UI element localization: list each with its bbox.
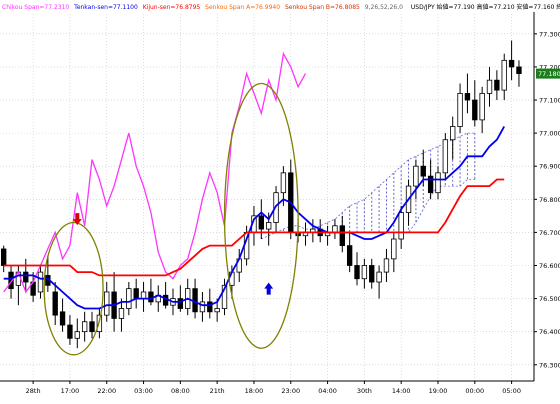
candle-body-up <box>280 172 287 194</box>
candle-body-down <box>177 298 184 309</box>
x-tick-label: 23:00 <box>281 387 300 395</box>
candle-body-up <box>398 212 404 240</box>
candle-body-up <box>332 225 338 233</box>
candle-body-up <box>126 288 132 309</box>
candle-body-down <box>258 215 265 230</box>
header-kijun: Kijun-sen=76.8795 <box>143 4 201 11</box>
y-tick-label: 77.000 <box>539 130 560 138</box>
ichimoku-chart: Chikou Span=77.2310 Tenkan-sen=77.1100 K… <box>0 0 560 400</box>
candle-body-down <box>52 291 58 316</box>
candle-body-up <box>214 308 220 313</box>
x-tick-label: 28th <box>26 387 41 395</box>
candle-body-up <box>265 222 272 230</box>
candle-body-up <box>435 172 441 194</box>
header-quote: USD/JPY 始値=77.190 高値=77.210 安値=77.160 終値… <box>411 3 560 11</box>
current-price-tag-label: 77.180 <box>538 70 560 78</box>
candle-body-up <box>479 93 485 121</box>
y-tick-label: 76.500 <box>539 295 560 303</box>
header-params: 9,26,52,26,0 <box>365 4 403 11</box>
candle-body-up <box>104 291 110 316</box>
header-senkou-b: Senkou Span B=76.8085 <box>285 4 360 11</box>
candle-body-up <box>376 271 382 283</box>
candle-body-up <box>413 165 419 187</box>
current-price-tag: 77.180 <box>536 68 560 79</box>
candle-body-up <box>486 79 493 94</box>
candle-body-up <box>74 331 80 339</box>
candle-body-down <box>464 93 471 101</box>
x-tick-label: 18:00 <box>245 387 264 395</box>
x-tick-label: 30th <box>357 387 372 395</box>
candle-body-up <box>450 126 456 141</box>
y-tick-label: 76.900 <box>539 163 560 171</box>
header-tenkan: Tenkan-sen=77.1100 <box>73 4 138 11</box>
candle-body-down <box>472 99 478 121</box>
header-senkou-a: Senkou Span A=76.9940 <box>205 4 280 11</box>
candle-body-down <box>516 66 522 74</box>
candle-body-down <box>23 271 29 283</box>
y-tick-label: 77.300 <box>539 30 560 38</box>
candle-body-down <box>0 248 7 266</box>
candle-body-down <box>346 245 353 266</box>
candle-body-down <box>133 288 139 299</box>
y-tick-label: 76.800 <box>539 196 560 204</box>
y-tick-label: 77.100 <box>539 97 560 105</box>
x-tick-label: 22:00 <box>97 387 116 395</box>
candle-body-up <box>361 265 368 280</box>
y-tick-label: 76.400 <box>539 328 560 336</box>
candle-body-down <box>508 59 515 68</box>
candle-body-up <box>383 258 390 273</box>
candle-body-up <box>391 238 397 260</box>
x-tick-label: 00:00 <box>465 387 484 395</box>
candle-body-down <box>67 324 73 339</box>
candle-body-up <box>81 321 88 333</box>
candle-body-up <box>442 139 449 174</box>
y-tick-label: 76.300 <box>539 361 560 369</box>
chart-canvas: Chikou Span=77.2310 Tenkan-sen=77.1100 K… <box>0 0 560 400</box>
y-tick-label: 76.600 <box>539 262 560 270</box>
header-chikou: Chikou Span=77.2310 <box>2 4 69 11</box>
candle-body-down <box>354 265 360 280</box>
x-tick-label: 03:00 <box>134 387 153 395</box>
candle-body-up <box>501 59 507 91</box>
candle-body-down <box>369 265 375 283</box>
x-tick-label: 14:00 <box>392 387 411 395</box>
candle-body-down <box>207 301 213 313</box>
candle-body-up <box>199 301 206 313</box>
x-tick-label: 17:00 <box>61 387 80 395</box>
header-line: Chikou Span=77.2310 Tenkan-sen=77.1100 K… <box>2 3 560 11</box>
candle-body-down <box>339 225 345 247</box>
candle-body-up <box>118 308 125 319</box>
candle-body-up <box>140 291 147 299</box>
candle-body-up <box>457 93 463 127</box>
x-tick-label: 19:00 <box>429 387 448 395</box>
x-tick-label: 21th <box>210 387 225 395</box>
candle-body-down <box>89 321 95 333</box>
x-tick-label: 08:00 <box>171 387 190 395</box>
y-tick-label: 76.700 <box>539 229 560 237</box>
x-tick-label: 04:00 <box>318 387 337 395</box>
candle-body-up <box>37 271 44 293</box>
candle-body-down <box>494 79 500 91</box>
candle-body-down <box>59 311 66 326</box>
candle-body-down <box>420 165 426 177</box>
x-tick-label: 05:00 <box>502 387 521 395</box>
